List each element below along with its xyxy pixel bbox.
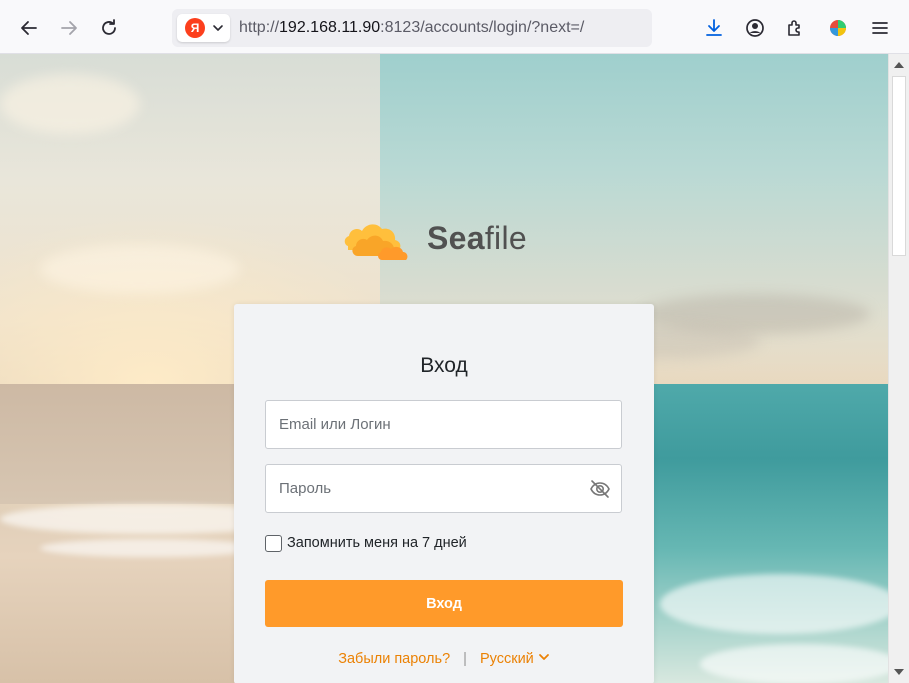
cloud-decoration xyxy=(0,74,140,134)
seafile-logo: Seafile xyxy=(342,212,542,268)
login-title: Вход xyxy=(420,354,468,377)
extensions-icon xyxy=(788,20,800,36)
forward-button[interactable] xyxy=(53,12,85,44)
logo-text-bold: Sea xyxy=(427,220,485,256)
forgot-password-link[interactable]: Забыли пароль? xyxy=(338,651,450,667)
password-field[interactable] xyxy=(265,464,622,513)
eye-slash-icon[interactable] xyxy=(589,479,611,499)
url-host: 192.168.11.90 xyxy=(279,19,381,36)
email-input[interactable] xyxy=(266,401,621,448)
login-card: Вход Запомнить меня на 7 дней Вход Забыл… xyxy=(234,304,654,683)
remember-checkbox[interactable] xyxy=(265,534,282,552)
download-icon xyxy=(706,19,722,36)
footer-separator: | xyxy=(463,651,467,668)
profile-button[interactable] xyxy=(822,12,854,44)
logo-wordmark: Seafile xyxy=(427,220,527,257)
url-scheme: http:// xyxy=(239,19,280,36)
back-button[interactable] xyxy=(13,12,45,44)
yandex-icon: Я xyxy=(185,18,205,38)
logo-text-regular: file xyxy=(484,220,527,256)
menu-icon xyxy=(872,22,888,34)
scroll-thumb[interactable] xyxy=(892,76,906,256)
language-label: Русский xyxy=(479,651,534,668)
surf-decoration xyxy=(660,574,888,634)
forward-icon xyxy=(61,21,77,35)
reload-icon xyxy=(102,19,116,35)
account-icon xyxy=(746,19,764,37)
url-text[interactable]: http://192.168.11.90:8123/accounts/login… xyxy=(239,19,584,37)
app-menu-button[interactable] xyxy=(864,12,896,44)
surf-decoration xyxy=(700,644,888,683)
page-scrollbar[interactable] xyxy=(888,54,909,683)
sea-left-decoration xyxy=(0,384,240,504)
chevron-down-icon xyxy=(213,25,223,31)
downloads-button[interactable] xyxy=(698,12,730,44)
extensions-button[interactable] xyxy=(779,12,811,44)
login-footer: Забыли пароль? | Русский xyxy=(234,651,654,667)
scroll-up-arrow[interactable] xyxy=(894,62,904,68)
address-bar[interactable]: Я http://192.168.11.90:8123/accounts/log… xyxy=(172,9,652,47)
account-button[interactable] xyxy=(739,12,771,44)
url-path: :8123/accounts/login/?next=/ xyxy=(380,19,585,36)
reload-button[interactable] xyxy=(93,12,125,44)
cloud-decoration xyxy=(40,244,240,294)
back-icon xyxy=(21,21,37,35)
email-field[interactable] xyxy=(265,400,622,449)
language-selector[interactable]: Русский xyxy=(480,651,550,667)
login-button[interactable]: Вход xyxy=(265,580,623,627)
chevron-down-icon xyxy=(538,654,549,660)
seafile-cloud-icon xyxy=(344,224,408,260)
browser-toolbar: Я http://192.168.11.90:8123/accounts/log… xyxy=(0,0,909,54)
scroll-down-arrow[interactable] xyxy=(894,669,904,675)
surf-decoration xyxy=(40,539,260,557)
profile-avatar-icon xyxy=(830,20,846,36)
site-info-button[interactable]: Я xyxy=(177,14,230,42)
remember-label[interactable]: Запомнить меня на 7 дней xyxy=(287,535,467,551)
remember-me[interactable]: Запомнить меня на 7 дней xyxy=(265,533,467,553)
password-input[interactable] xyxy=(266,465,621,512)
